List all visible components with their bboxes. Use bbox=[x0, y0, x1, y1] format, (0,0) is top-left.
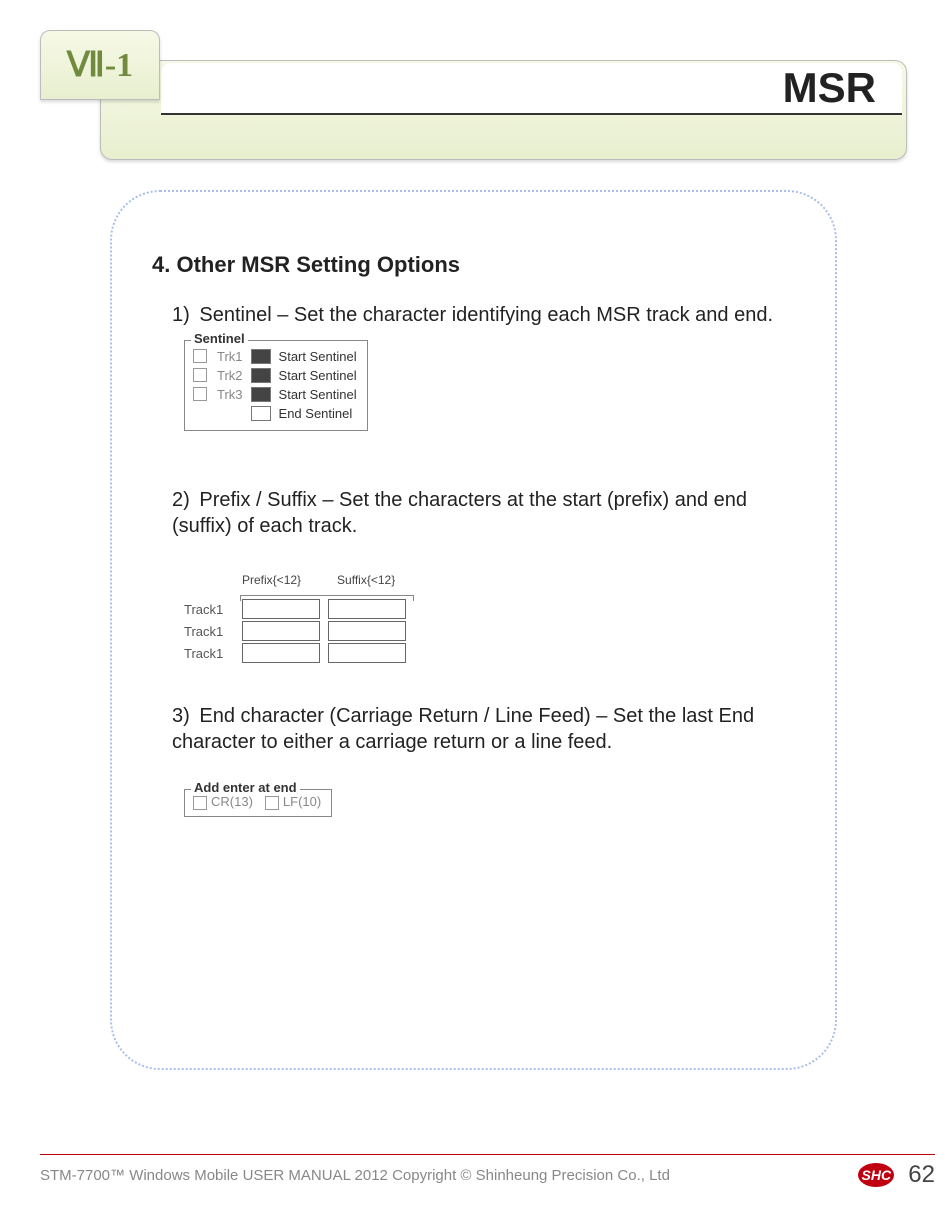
enter-fieldset: Add enter at end CR(13) LF(10) bbox=[184, 789, 332, 817]
prefix-input bbox=[242, 599, 320, 619]
track-label: Track1 bbox=[184, 624, 234, 639]
sentinel-figure: Sentinel Trk1 Trk2 Trk3 Start Sentin bbox=[184, 340, 795, 431]
checkbox-icon bbox=[265, 796, 279, 810]
mini-input bbox=[251, 368, 271, 383]
item-number: 3) bbox=[172, 705, 190, 727]
trk-label: Trk1 bbox=[217, 349, 243, 364]
trk-label: Trk2 bbox=[217, 368, 243, 383]
section-title: 4. Other MSR Setting Options bbox=[152, 252, 795, 278]
shc-logo-text: SHC bbox=[862, 1167, 892, 1183]
checkbox-icon bbox=[193, 796, 207, 810]
mini-input bbox=[251, 406, 271, 421]
item-text: End character (Carriage Return / Line Fe… bbox=[172, 705, 754, 753]
page-footer: STM-7700™ Windows Mobile USER MANUAL 201… bbox=[40, 1154, 935, 1189]
list-item: 3) End character (Carriage Return / Line… bbox=[172, 703, 795, 755]
chapter-tab-label: Ⅶ-1 bbox=[67, 45, 133, 85]
manual-page: MSR Ⅶ-1 4. Other MSR Setting Options 1) … bbox=[0, 0, 947, 1209]
enter-opt: LF(10) bbox=[283, 794, 321, 809]
suffix-head: Suffix{<12} bbox=[337, 573, 395, 587]
enter-opt: CR(13) bbox=[211, 794, 253, 809]
item-number: 2) bbox=[172, 489, 190, 511]
sentinel-fieldset: Sentinel Trk1 Trk2 Trk3 Start Sentin bbox=[184, 340, 368, 431]
page-number: 62 bbox=[908, 1161, 935, 1189]
list-item: 1) Sentinel – Set the character identify… bbox=[172, 302, 795, 328]
chapter-tab: Ⅶ-1 bbox=[40, 30, 160, 100]
sentinel-label: Start Sentinel bbox=[279, 349, 357, 364]
sentinel-label: Start Sentinel bbox=[279, 387, 357, 402]
track-label: Track1 bbox=[184, 646, 234, 661]
enter-legend: Add enter at end bbox=[191, 780, 300, 795]
sentinel-label: Start Sentinel bbox=[279, 368, 357, 383]
suffix-input bbox=[328, 599, 406, 619]
item-number: 1) bbox=[172, 304, 190, 326]
title-bar: MSR bbox=[100, 60, 907, 160]
mini-input bbox=[251, 387, 271, 402]
prefix-input bbox=[242, 621, 320, 641]
item-text: Prefix / Suffix – Set the characters at … bbox=[172, 489, 747, 537]
list-item: 2) Prefix / Suffix – Set the characters … bbox=[172, 487, 795, 539]
page-title: MSR bbox=[783, 64, 876, 112]
checkbox-icon bbox=[193, 349, 207, 363]
sentinel-legend: Sentinel bbox=[191, 331, 248, 346]
title-bar-inner: MSR bbox=[161, 63, 902, 115]
footer-text: STM-7700™ Windows Mobile USER MANUAL 201… bbox=[40, 1167, 670, 1184]
trk-label: Trk3 bbox=[217, 387, 243, 402]
checkbox-icon bbox=[193, 368, 207, 382]
content-box: 4. Other MSR Setting Options 1) Sentinel… bbox=[110, 190, 837, 1070]
checkbox-icon bbox=[193, 387, 207, 401]
prefix-input bbox=[242, 643, 320, 663]
enter-figure: Add enter at end CR(13) LF(10) bbox=[184, 789, 795, 817]
page-header: MSR Ⅶ-1 bbox=[40, 30, 907, 150]
sentinel-label: End Sentinel bbox=[279, 406, 353, 421]
track-label: Track1 bbox=[184, 602, 234, 617]
item-text: Sentinel – Set the character identifying… bbox=[199, 304, 773, 326]
suffix-input bbox=[328, 621, 406, 641]
prefix-figure: Prefix{<12} Suffix{<12} Track1 Track1 bbox=[184, 573, 795, 671]
prefix-head: Prefix{<12} bbox=[242, 573, 301, 587]
suffix-input bbox=[328, 643, 406, 663]
mini-input bbox=[251, 349, 271, 364]
shc-logo: SHC bbox=[858, 1163, 894, 1187]
